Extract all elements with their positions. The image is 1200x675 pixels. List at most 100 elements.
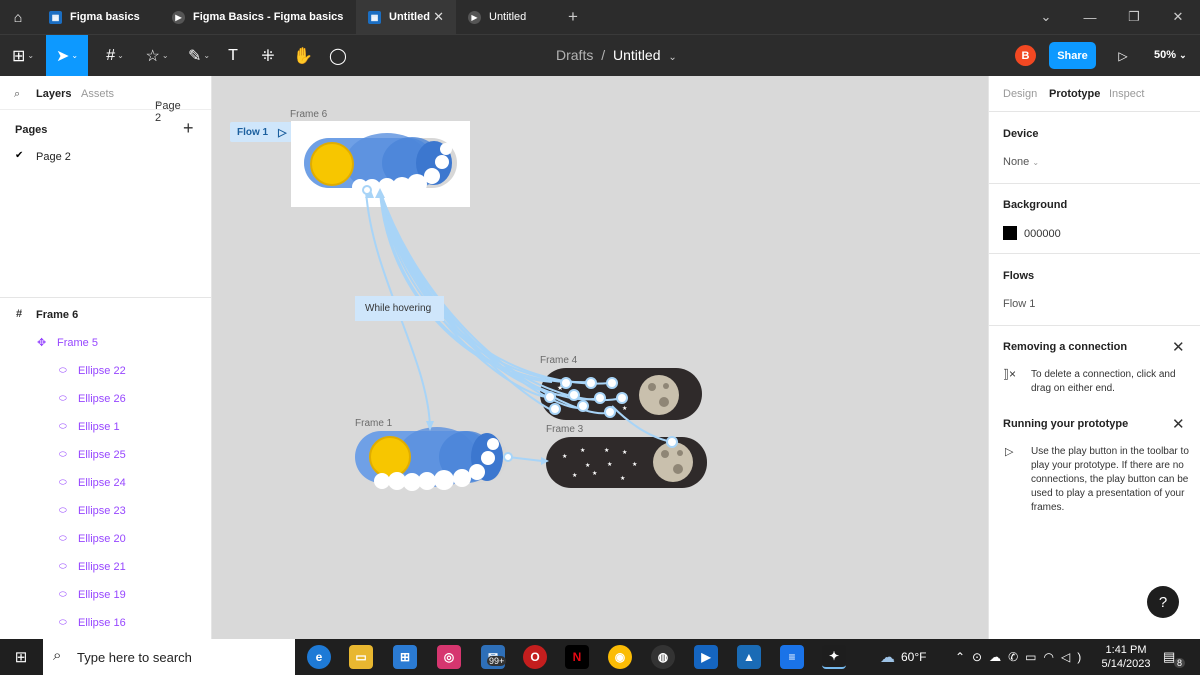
tab-figma-basics[interactable]: ▦ Figma basics xyxy=(37,0,155,34)
device-dropdown[interactable]: None ⌄ xyxy=(1003,156,1039,168)
pen-tool-icon[interactable]: ✎ ⌄ xyxy=(180,35,218,76)
ellipse-icon: ⬭ xyxy=(59,589,67,599)
maximize-icon[interactable]: ❐ xyxy=(1112,0,1156,34)
layer-ellipse[interactable]: ⬭ Ellipse 16 xyxy=(0,613,211,633)
tab-design[interactable]: Design xyxy=(1003,88,1037,100)
svg-text:★: ★ xyxy=(562,453,567,460)
obs-icon[interactable]: ◍ xyxy=(651,645,675,669)
background-hex-value[interactable]: 000000 xyxy=(1024,228,1061,240)
layer-ellipse[interactable]: ⬭ Ellipse 26 xyxy=(0,389,211,409)
svg-text:★: ★ xyxy=(580,447,585,454)
layer-frame-5[interactable]: ✥ Frame 5 xyxy=(0,333,211,353)
layer-label: Ellipse 25 xyxy=(78,449,126,461)
chevron-down-icon[interactable]: ⌄ xyxy=(668,52,676,63)
notification-icon[interactable]: ▤ xyxy=(1163,639,1175,675)
taskbar-clock[interactable]: 1:41 PM 5/14/2023 xyxy=(1098,643,1154,671)
interaction-trigger-label[interactable]: While hovering xyxy=(355,296,444,321)
search-placeholder: Type here to search xyxy=(77,649,192,665)
layer-ellipse[interactable]: ⬭ Ellipse 23 xyxy=(0,501,211,521)
layer-ellipse[interactable]: ⬭ Ellipse 21 xyxy=(0,557,211,577)
home-icon[interactable]: ⌂ xyxy=(0,0,36,34)
tab-label: Figma Basics - Figma basics xyxy=(193,11,344,23)
docs-icon[interactable]: ≡ xyxy=(780,645,804,669)
tab-layers[interactable]: Layers xyxy=(36,88,71,100)
frame-tool-icon[interactable]: # ⌄ xyxy=(96,35,134,76)
resources-icon[interactable]: ⁜ xyxy=(249,35,287,76)
layer-label: Ellipse 16 xyxy=(78,617,126,629)
flow-list-item[interactable]: Flow 1 xyxy=(1003,298,1035,310)
zoom-level: 50% xyxy=(1154,49,1177,61)
layer-ellipse[interactable]: ⬭ Ellipse 24 xyxy=(0,473,211,493)
close-icon[interactable]: ✕ xyxy=(433,9,444,25)
layer-ellipse[interactable]: ⬭ Ellipse 19 xyxy=(0,585,211,605)
window-close-icon[interactable]: ✕ xyxy=(1156,0,1200,34)
new-tab-plus-icon[interactable]: + xyxy=(558,0,588,34)
comment-tool-icon[interactable]: ◯ xyxy=(319,35,357,76)
figma-app-icon[interactable]: ✦ xyxy=(822,645,846,669)
windows-start-icon[interactable]: ⊞ xyxy=(2,639,40,675)
avatar[interactable]: B xyxy=(1015,45,1036,66)
layer-label: Ellipse 21 xyxy=(78,561,126,573)
breadcrumb-folder[interactable]: Drafts xyxy=(556,47,593,63)
move-tool-icon[interactable]: ➤ ⌄ xyxy=(46,35,88,76)
layer-ellipse[interactable]: ⬭ Ellipse 1 xyxy=(0,417,211,437)
flows-section: Flows Flow 1 xyxy=(989,253,1200,325)
color-swatch[interactable] xyxy=(1003,226,1017,240)
share-button[interactable]: Share xyxy=(1049,42,1096,69)
tab-assets[interactable]: Assets xyxy=(81,88,114,100)
weather-temp: 60°F xyxy=(901,650,927,664)
tab-figma-basics-prototype[interactable]: ▶ Figma Basics - Figma basics xyxy=(160,0,355,34)
design-canvas[interactable]: Frame 6 Flow 1 ▷ Frame 4 Frame 1 Frame 3 xyxy=(212,76,988,639)
hand-tool-icon[interactable]: ✋ xyxy=(284,35,322,76)
edge-icon[interactable]: e xyxy=(307,645,331,669)
taskbar-search-box[interactable]: ⌕ Type here to search xyxy=(43,639,295,675)
opera-icon[interactable]: O xyxy=(523,645,547,669)
pages-heading: Pages xyxy=(15,124,48,136)
tab-prototype[interactable]: Prototype xyxy=(1049,88,1100,100)
layer-frame-6[interactable]: # Frame 6 xyxy=(0,305,211,325)
file-name[interactable]: Untitled xyxy=(613,47,660,63)
tab-untitled-prototype[interactable]: ▶ Untitled xyxy=(456,0,556,34)
ellipse-icon: ⬭ xyxy=(59,477,67,487)
instagram-icon[interactable]: ◎ xyxy=(437,645,461,669)
video-player-icon[interactable]: ▶ xyxy=(694,645,718,669)
background-heading: Background xyxy=(1003,199,1068,211)
weather-widget[interactable]: ☁ 60°F xyxy=(880,639,926,675)
chevron-down-icon[interactable]: ⌄ xyxy=(1024,0,1068,34)
chrome-icon[interactable]: ◉ xyxy=(608,645,632,669)
layer-ellipse[interactable]: ⬭ Ellipse 25 xyxy=(0,445,211,465)
photos-icon[interactable]: ▲ xyxy=(737,645,761,669)
minimize-icon[interactable]: — xyxy=(1068,0,1112,34)
tab-untitled-active[interactable]: ▦ Untitled ✕ xyxy=(356,0,456,34)
search-icon[interactable]: ⌕ xyxy=(14,88,20,101)
netflix-icon[interactable]: N xyxy=(565,645,589,669)
file-explorer-icon[interactable]: ▭ xyxy=(349,645,373,669)
store-icon[interactable]: ⊞ xyxy=(393,645,417,669)
shape-tool-icon[interactable]: ☆ ⌄ xyxy=(138,35,176,76)
layer-ellipse[interactable]: ⬭ Ellipse 20 xyxy=(0,529,211,549)
layer-label: Ellipse 26 xyxy=(78,393,126,405)
svg-text:★: ★ xyxy=(607,461,612,468)
close-icon[interactable]: ✕ xyxy=(1172,415,1185,433)
mail-badge: 99+ xyxy=(487,656,507,666)
panel-divider xyxy=(0,297,211,298)
svg-text:★: ★ xyxy=(622,449,627,456)
canvas-artwork: ★★ ★★ ★★ ★★ ★★ ★★ ★★ xyxy=(291,121,707,491)
text-tool-icon[interactable]: T xyxy=(214,35,252,76)
page-list-item[interactable]: ✔ Page 2 xyxy=(0,147,211,167)
left-panel-tabs: ⌕ Layers Assets Page 2 ⌃ xyxy=(0,76,211,124)
layer-ellipse[interactable]: ⬭ Ellipse 22 xyxy=(0,361,211,381)
tab-label: Untitled xyxy=(489,11,527,23)
close-icon[interactable]: ✕ xyxy=(1172,338,1185,356)
tab-inspect[interactable]: Inspect xyxy=(1109,88,1144,100)
main-menu-icon[interactable]: ⊞ ⌄ xyxy=(4,35,42,76)
present-play-icon[interactable]: ▷ xyxy=(1104,35,1142,76)
system-tray-icons[interactable]: ⌃⊙☁✆▭◠◁) xyxy=(955,639,1088,675)
ellipse-icon: ⬭ xyxy=(59,617,67,627)
svg-text:★: ★ xyxy=(622,405,627,412)
zoom-dropdown[interactable]: 50% ⌄ xyxy=(1154,49,1187,61)
add-page-plus-icon[interactable]: + xyxy=(183,118,194,139)
notification-badge: 8 xyxy=(1174,658,1186,668)
help-button[interactable]: ? xyxy=(1147,586,1179,618)
check-icon: ✔ xyxy=(15,150,24,161)
